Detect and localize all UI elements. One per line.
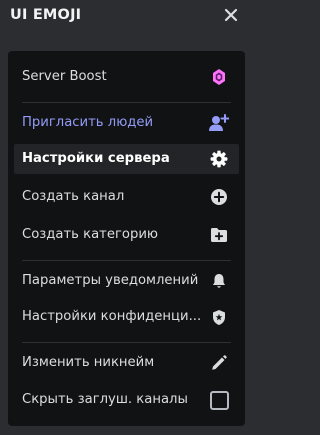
menu-item-create-category[interactable]: Создать категорию	[14, 220, 239, 250]
menu-item-invite-people[interactable]: Пригласить людей	[14, 108, 239, 138]
shield-icon	[209, 307, 229, 327]
menu-item-change-nickname[interactable]: Изменить никнейм	[14, 348, 239, 378]
close-button[interactable]	[220, 4, 242, 26]
menu-separator	[22, 342, 231, 343]
boost-gem-icon	[209, 67, 229, 87]
menu-item-label: Server Boost	[22, 69, 107, 84]
pencil-icon	[209, 353, 229, 373]
plus-circle-icon	[209, 187, 229, 207]
menu-separator	[22, 260, 231, 261]
bell-icon	[209, 271, 229, 291]
menu-item-server-boost[interactable]: Server Boost	[14, 62, 239, 92]
checkbox-icon[interactable]	[209, 390, 229, 410]
menu-item-server-settings[interactable]: Настройки сервера	[14, 144, 239, 174]
menu-item-privacy-settings[interactable]: Настройки конфиденци...	[14, 302, 239, 332]
gear-icon	[209, 149, 229, 169]
menu-item-label: Пригласить людей	[22, 115, 154, 130]
server-context-menu: Server Boost Пригласить людей Настройки …	[8, 51, 245, 426]
menu-item-label: Настройки сервера	[22, 151, 170, 166]
menu-item-label: Скрыть заглуш. каналы	[22, 392, 188, 407]
menu-item-label: Создать категорию	[22, 227, 159, 242]
menu-item-label: Настройки конфиденци...	[22, 309, 202, 324]
close-icon	[224, 8, 238, 22]
menu-item-label: Создать канал	[22, 189, 125, 204]
server-header: UI EMOJI	[0, 0, 253, 33]
menu-item-create-channel[interactable]: Создать канал	[14, 182, 239, 212]
menu-separator	[22, 102, 231, 103]
menu-item-notification-settings[interactable]: Параметры уведомлений	[14, 266, 239, 296]
server-name[interactable]: UI EMOJI	[10, 7, 81, 23]
folder-plus-icon	[209, 225, 229, 245]
add-person-icon	[209, 113, 229, 133]
menu-item-label: Изменить никнейм	[22, 355, 155, 370]
menu-item-hide-muted-channels[interactable]: Скрыть заглуш. каналы	[14, 385, 239, 415]
menu-item-label: Параметры уведомлений	[22, 273, 199, 288]
hide-muted-checkbox[interactable]	[209, 390, 229, 410]
